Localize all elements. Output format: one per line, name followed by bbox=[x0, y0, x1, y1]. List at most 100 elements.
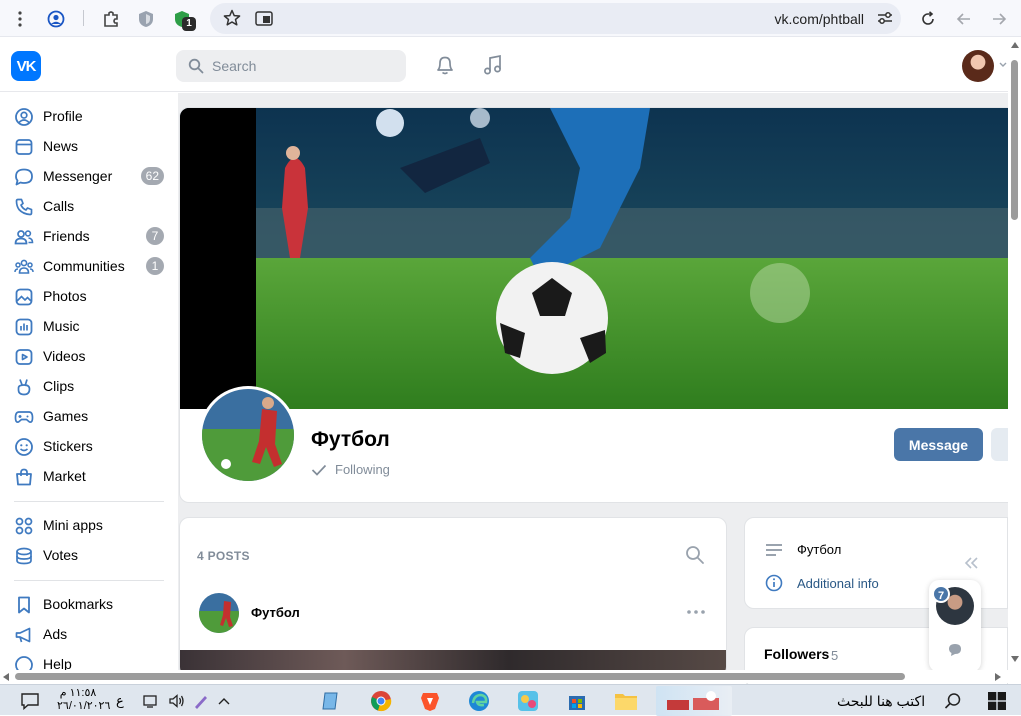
extensions-icon[interactable] bbox=[100, 8, 122, 30]
network-icon[interactable] bbox=[143, 689, 161, 713]
file-explorer-icon[interactable] bbox=[614, 689, 638, 713]
language-indicator[interactable]: ع bbox=[116, 689, 124, 713]
vertical-scrollbar[interactable] bbox=[1008, 38, 1021, 670]
chrome-app-icon[interactable] bbox=[370, 689, 392, 713]
gamepad-icon bbox=[14, 407, 34, 427]
post-author-name[interactable]: Футбол bbox=[251, 605, 300, 620]
photo-icon bbox=[14, 287, 34, 307]
notepad-app-icon[interactable] bbox=[320, 689, 342, 713]
vk-logo[interactable]: VK bbox=[11, 51, 41, 81]
additional-info-row[interactable]: Additional info bbox=[765, 574, 879, 592]
following-status[interactable]: Following bbox=[311, 462, 390, 477]
sidebar-item-help[interactable]: Help bbox=[0, 649, 170, 670]
sidebar-item-communities[interactable]: Communities 1 bbox=[0, 251, 170, 281]
browser-toolbar: 1 vk.com/phtball bbox=[0, 0, 1021, 37]
following-label: Following bbox=[335, 462, 390, 477]
reload-icon[interactable] bbox=[917, 8, 939, 30]
brave-app-icon[interactable] bbox=[419, 689, 441, 713]
sidebar-item-games[interactable]: Games bbox=[0, 401, 170, 431]
kebab-menu-icon[interactable] bbox=[9, 8, 31, 30]
sidebar-item-calls[interactable]: Calls bbox=[0, 191, 170, 221]
sidebar-item-label: Bookmarks bbox=[43, 596, 114, 612]
profile-icon[interactable] bbox=[45, 8, 67, 30]
sidebar-item-ads[interactable]: Ads bbox=[0, 619, 170, 649]
notification-center-icon[interactable] bbox=[20, 689, 40, 713]
additional-info-link[interactable]: Additional info bbox=[797, 576, 879, 591]
back-arrow-icon[interactable] bbox=[953, 8, 975, 30]
sidebar-item-stickers[interactable]: Stickers bbox=[0, 431, 170, 461]
sidebar-item-music[interactable]: Music bbox=[0, 311, 170, 341]
windows-start-icon[interactable] bbox=[988, 689, 1006, 713]
clips-icon bbox=[14, 377, 34, 397]
sidebar-item-market[interactable]: Market bbox=[0, 461, 170, 491]
message-button[interactable]: Message bbox=[894, 428, 983, 461]
taskbar-search-text[interactable]: اكتب هنا للبحث bbox=[837, 693, 925, 710]
sidebar-item-photos[interactable]: Photos bbox=[0, 281, 170, 311]
sidebar-item-videos[interactable]: Videos bbox=[0, 341, 170, 371]
sidebar-item-bookmarks[interactable]: Bookmarks bbox=[0, 589, 170, 619]
chevron-up-icon[interactable] bbox=[217, 689, 231, 713]
sidebar-item-label: Calls bbox=[43, 198, 75, 214]
taskbar-search-icon[interactable] bbox=[944, 689, 962, 713]
more-actions-button[interactable] bbox=[991, 428, 1008, 461]
translate-icon[interactable] bbox=[253, 7, 275, 29]
person-circle-icon bbox=[14, 107, 34, 127]
collapse-chevrons-icon[interactable] bbox=[963, 556, 979, 570]
sidebar-item-clips[interactable]: Clips bbox=[0, 371, 170, 401]
sidebar-item-label: Games bbox=[43, 408, 89, 424]
scroll-left-icon[interactable] bbox=[3, 673, 9, 681]
volume-icon[interactable] bbox=[168, 689, 186, 713]
site-settings-icon[interactable] bbox=[874, 7, 896, 29]
sidebar-item-profile[interactable]: Profile bbox=[0, 101, 170, 131]
post-author-avatar[interactable] bbox=[199, 593, 239, 633]
group-avatar[interactable] bbox=[199, 386, 297, 484]
sidebar-item-label: Music bbox=[43, 318, 80, 334]
sidebar-item-votes[interactable]: Votes bbox=[0, 540, 170, 570]
left-sidebar: Profile News Messenger 62 Calls Friends … bbox=[0, 93, 178, 670]
clock-time: ١١:٥٨ م bbox=[59, 687, 97, 699]
sidebar-item-news[interactable]: News bbox=[0, 131, 170, 161]
url-text[interactable]: vk.com/phtball bbox=[775, 11, 864, 27]
user-avatar[interactable] bbox=[962, 50, 994, 82]
megaphone-icon bbox=[14, 625, 34, 645]
scroll-right-icon[interactable] bbox=[995, 673, 1001, 681]
game-app-icon[interactable] bbox=[517, 689, 539, 713]
scroll-up-icon[interactable] bbox=[1011, 42, 1019, 48]
sidebar-item-friends[interactable]: Friends 7 bbox=[0, 221, 170, 251]
more-horizontal-icon[interactable] bbox=[687, 610, 705, 614]
edge-app-icon[interactable] bbox=[468, 689, 490, 713]
shield-extension-icon[interactable] bbox=[135, 8, 157, 30]
vk-top-header: VK bbox=[0, 38, 1008, 92]
sidebar-item-label: Communities bbox=[43, 258, 125, 274]
sidebar-item-messenger[interactable]: Messenger 62 bbox=[0, 161, 170, 191]
followers-title[interactable]: Followers bbox=[764, 646, 829, 662]
phone-icon bbox=[14, 197, 34, 217]
notifications-bell-icon[interactable] bbox=[434, 54, 456, 76]
chevron-down-icon[interactable] bbox=[999, 62, 1007, 68]
pen-icon[interactable] bbox=[192, 689, 210, 713]
search-input[interactable] bbox=[212, 50, 397, 82]
floating-chat-widget[interactable]: 7 bbox=[929, 580, 981, 672]
forward-arrow-icon[interactable] bbox=[988, 8, 1010, 30]
posts-search-icon[interactable] bbox=[685, 545, 705, 565]
horizontal-scroll-thumb[interactable] bbox=[15, 673, 905, 680]
extension-badge: 1 bbox=[182, 17, 196, 31]
chat-bubble-icon[interactable] bbox=[948, 643, 962, 657]
search-box[interactable] bbox=[176, 50, 406, 82]
sidebar-item-label: Photos bbox=[43, 288, 87, 304]
vertical-scroll-thumb[interactable] bbox=[1011, 60, 1018, 220]
taskbar-clock[interactable]: ١١:٥٨ م ٢٦/٠١/٢٠٢٦ bbox=[57, 687, 111, 713]
friends-icon bbox=[14, 227, 34, 247]
horizontal-scrollbar[interactable] bbox=[0, 670, 1008, 683]
bookmark-star-icon[interactable] bbox=[221, 7, 243, 29]
sidebar-item-mini-apps[interactable]: Mini apps bbox=[0, 510, 170, 540]
address-bar[interactable]: vk.com/phtball bbox=[210, 3, 901, 34]
weather-widget[interactable] bbox=[656, 686, 732, 716]
chat-bubble-icon bbox=[14, 167, 34, 187]
clock-date: ٢٦/٠١/٢٠٢٦ bbox=[57, 700, 111, 712]
sidebar-divider bbox=[14, 501, 164, 502]
store-app-icon[interactable] bbox=[566, 689, 588, 713]
apps-grid-icon bbox=[14, 516, 34, 536]
scroll-down-icon[interactable] bbox=[1011, 656, 1019, 662]
music-note-icon[interactable] bbox=[482, 54, 504, 76]
